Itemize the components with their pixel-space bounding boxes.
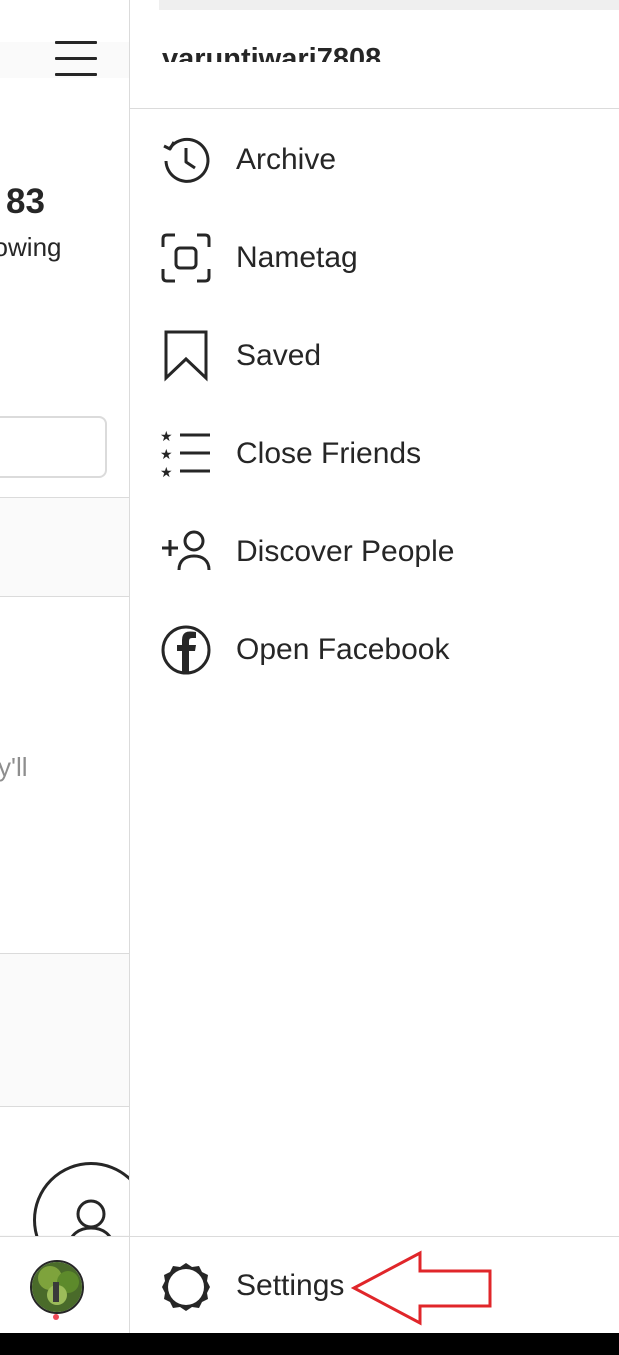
side-drawer: varuntiwari7808 Archive Nametag Saved ★ … <box>130 0 619 1333</box>
profile-top-bar <box>0 0 129 42</box>
menu-item-nametag[interactable]: Nametag <box>130 209 619 307</box>
gear-icon <box>162 1263 210 1311</box>
svg-text:★: ★ <box>160 447 173 463</box>
svg-text:★: ★ <box>160 429 173 445</box>
menu-item-saved[interactable]: Saved <box>130 307 619 405</box>
system-navigation-bar <box>0 1333 619 1355</box>
menu-item-open-facebook[interactable]: Open Facebook <box>130 601 619 699</box>
menu-item-label: Open Facebook <box>236 633 450 666</box>
edit-profile-button[interactable] <box>0 416 107 478</box>
menu-item-close-friends[interactable]: ★ ★ ★ Close Friends <box>130 405 619 503</box>
close-friends-icon: ★ ★ ★ <box>160 429 210 480</box>
facebook-icon <box>161 625 211 675</box>
menu-item-label: Discover People <box>236 535 455 568</box>
bookmark-icon <box>164 330 208 382</box>
status-bar <box>159 0 619 10</box>
profile-page-background: 83 llowing y'll <box>0 0 129 1333</box>
menu-item-label: Saved <box>236 339 322 372</box>
add-person-icon <box>162 530 211 571</box>
nametag-icon <box>161 233 211 283</box>
menu-item-discover-people[interactable]: Discover People <box>130 503 619 601</box>
menu-item-label: Nametag <box>236 241 358 274</box>
profile-avatar[interactable] <box>30 1260 84 1314</box>
menu-item-label: Archive <box>236 143 337 176</box>
menu-item-label: Close Friends <box>236 437 422 470</box>
annotation-arrow-icon <box>350 1250 492 1326</box>
following-count[interactable]: 83 <box>6 182 45 222</box>
menu-item-archive[interactable]: Archive <box>130 111 619 209</box>
avatar-photo-icon <box>32 1262 82 1312</box>
archive-icon <box>163 137 210 183</box>
settings-label: Settings <box>236 1269 345 1302</box>
empty-state-text: y'll <box>0 752 28 782</box>
profile-section <box>0 954 129 1106</box>
svg-text:★: ★ <box>160 465 173 480</box>
following-label[interactable]: llowing <box>0 232 62 263</box>
hamburger-menu-icon[interactable] <box>55 41 97 77</box>
drawer-username: varuntiwari7808 <box>162 43 382 62</box>
profile-tabs <box>0 498 129 596</box>
notification-dot <box>53 1314 59 1320</box>
divider <box>130 108 619 109</box>
